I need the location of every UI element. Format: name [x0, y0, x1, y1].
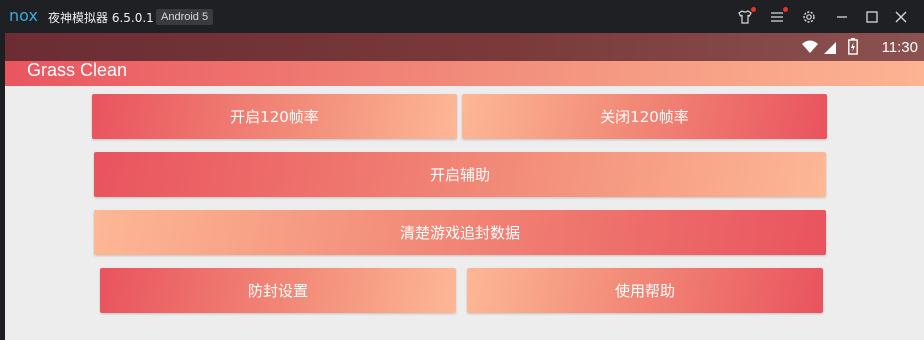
- anti-ban-settings-button[interactable]: 防封设置: [100, 268, 456, 313]
- signal-icon: [823, 40, 837, 59]
- notification-dot: [751, 7, 756, 12]
- status-time: 11:30: [881, 39, 918, 56]
- android-screen: 11:30 Grass Clean 开启120帧率 关闭120帧率 开启辅助 清…: [5, 33, 924, 340]
- minimize-icon[interactable]: [833, 8, 851, 26]
- emulator-title: 夜神模拟器 6.5.0.1: [48, 11, 154, 25]
- disable-120fps-button[interactable]: 关闭120帧率: [462, 94, 827, 139]
- close-icon[interactable]: [892, 8, 910, 26]
- help-button[interactable]: 使用帮助: [467, 268, 823, 313]
- nox-logo: nox: [9, 6, 43, 26]
- maximize-icon[interactable]: [863, 8, 881, 26]
- enable-120fps-button[interactable]: 开启120帧率: [92, 94, 457, 139]
- android-version-badge: Android 5: [156, 9, 214, 25]
- app-bar: Grass Clean: [5, 60, 924, 86]
- notification-dot: [783, 7, 788, 12]
- svg-text:nox: nox: [9, 6, 38, 25]
- emulator-title-bar: nox 夜神模拟器 6.5.0.1 Android 5: [0, 0, 924, 33]
- app-title: Grass Clean: [27, 60, 128, 80]
- settings-icon[interactable]: [800, 8, 818, 26]
- wifi-icon: [801, 39, 819, 58]
- battery-icon: [848, 38, 858, 59]
- enable-assist-button[interactable]: 开启辅助: [94, 152, 826, 197]
- clear-tracking-data-button[interactable]: 清楚游戏追封数据: [94, 210, 826, 255]
- status-bar: 11:30: [5, 33, 924, 61]
